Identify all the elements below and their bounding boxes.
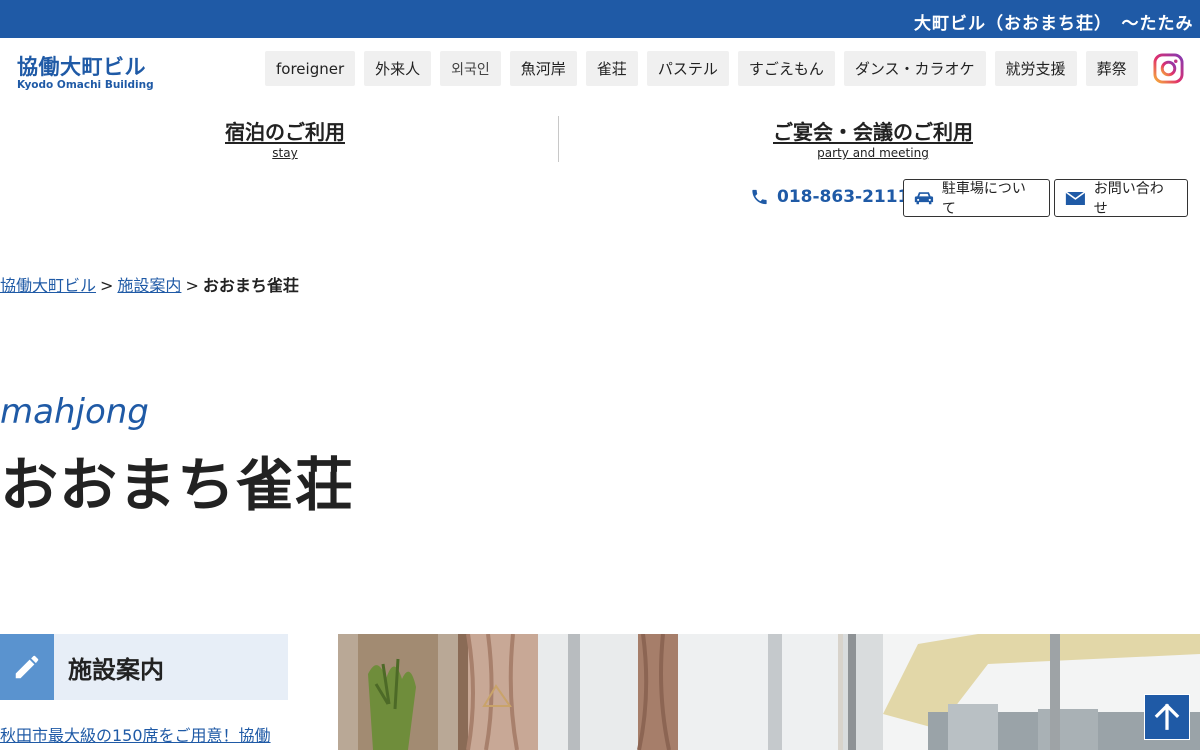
site-logo[interactable]: 協働大町ビル Kyodo Omachi Building <box>17 55 167 92</box>
breadcrumb-separator: > <box>185 276 199 295</box>
main-links-divider <box>558 116 559 162</box>
party-meeting-link[interactable]: ご宴会・会議のご利用 party and meeting <box>757 116 989 160</box>
announcement-text: 大町ビル（おおまち荘） 〜たたみ <box>914 14 1194 34</box>
page-title: おおまち雀荘 <box>0 451 355 519</box>
sidebar-title: 施設案内 <box>68 655 164 684</box>
breadcrumb-separator: > <box>100 276 114 295</box>
main-links: 宿泊のご利用 stay ご宴会・会議のご利用 party and meeting <box>0 116 1200 162</box>
page-subtitle-en: mahjong <box>0 392 149 432</box>
pencil-icon-box <box>0 634 54 700</box>
arrow-up-icon <box>1154 703 1180 730</box>
breadcrumb: 協働大町ビル > 施設案内 > おおまち雀荘 <box>0 272 299 296</box>
parking-button-label: 駐車場について <box>941 181 1026 217</box>
announcement-bar: 大町ビル（おおまち荘） 〜たたみ <box>0 0 1200 38</box>
mahjong-room-photo <box>338 634 1200 750</box>
nav-item-dance-karaoke[interactable]: ダンス・カラオケ <box>843 51 986 86</box>
stay-link[interactable]: 宿泊のご利用 stay <box>185 116 385 160</box>
stay-link-en: stay <box>272 146 298 160</box>
stay-link-jp: 宿泊のご利用 <box>225 120 345 144</box>
logo-main-text: 協働大町ビル <box>17 55 146 79</box>
breadcrumb-home[interactable]: 協働大町ビル <box>0 276 96 295</box>
contact-button[interactable]: お問い合わせ <box>1054 179 1188 217</box>
mail-icon <box>1065 190 1086 205</box>
nav-item-uogashi[interactable]: 魚河岸 <box>509 51 577 86</box>
nav-item-mahjong[interactable]: 雀荘 <box>585 51 638 86</box>
phone-icon <box>752 189 767 205</box>
sidebar-link[interactable]: 秋田市最大級の150席をご用意！協働 <box>0 722 288 746</box>
nav-item-pastel[interactable]: パステル <box>646 51 729 86</box>
car-icon <box>914 192 934 205</box>
party-link-en: party and meeting <box>817 146 929 160</box>
breadcrumb-facilities[interactable]: 施設案内 <box>117 276 181 295</box>
nav-item-chinese[interactable]: 外来人 <box>364 51 432 86</box>
parking-button[interactable]: 駐車場について <box>903 179 1050 217</box>
breadcrumb-current: おおまち雀荘 <box>202 276 299 295</box>
back-to-top-button[interactable] <box>1144 694 1190 740</box>
top-nav: foreigner 外来人 외국인 魚河岸 雀荘 パステル すごえもん ダンス・… <box>265 51 1138 86</box>
phone-number: 018-863-2111 <box>777 187 910 207</box>
nav-item-sugoemon[interactable]: すごえもん <box>737 51 835 86</box>
nav-item-employment-support[interactable]: 就労支援 <box>994 51 1077 86</box>
sidebar-header: 施設案内 <box>0 634 288 700</box>
nav-item-funeral[interactable]: 葬祭 <box>1085 51 1138 86</box>
phone-link[interactable]: 018-863-2111 <box>750 187 909 207</box>
contact-button-label: お問い合わせ <box>1093 181 1164 217</box>
pencil-icon <box>15 655 39 679</box>
logo-sub-text: Kyodo Omachi Building <box>17 79 154 91</box>
nav-item-foreigner[interactable]: foreigner <box>265 51 356 86</box>
nav-item-korean[interactable]: 외국인 <box>440 51 501 86</box>
party-link-jp: ご宴会・会議のご利用 <box>773 120 973 144</box>
instagram-icon[interactable] <box>1153 53 1184 84</box>
